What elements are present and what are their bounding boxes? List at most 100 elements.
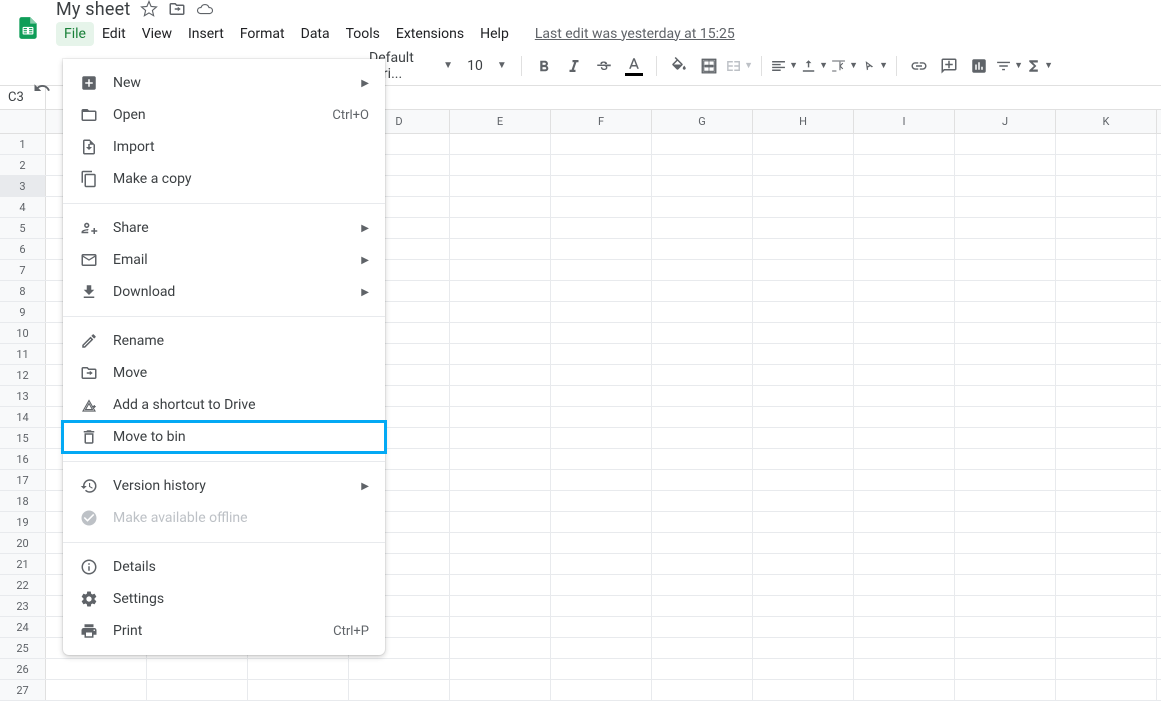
menu-view[interactable]: View: [134, 22, 180, 46]
cell[interactable]: [1056, 407, 1157, 427]
cell[interactable]: [652, 281, 753, 301]
row-header[interactable]: 8: [0, 281, 46, 301]
cell[interactable]: [1056, 197, 1157, 217]
cell[interactable]: [450, 344, 551, 364]
cell[interactable]: [753, 554, 854, 574]
cell[interactable]: [854, 554, 955, 574]
cell[interactable]: [551, 638, 652, 658]
cell[interactable]: [450, 659, 551, 679]
italic-button[interactable]: [560, 52, 588, 80]
cell[interactable]: [652, 386, 753, 406]
cell[interactable]: [652, 302, 753, 322]
menu-move-to-bin[interactable]: Move to bin: [62, 421, 386, 453]
merge-cells-button[interactable]: ▼: [725, 52, 753, 80]
cell[interactable]: [450, 260, 551, 280]
cell[interactable]: [551, 176, 652, 196]
cell[interactable]: [551, 386, 652, 406]
cell[interactable]: [652, 344, 753, 364]
insert-comment-button[interactable]: [935, 52, 963, 80]
menu-open[interactable]: Open Ctrl+O: [63, 99, 385, 131]
menu-download[interactable]: Download ▶: [63, 276, 385, 308]
row-header[interactable]: 19: [0, 512, 46, 532]
cell[interactable]: [854, 638, 955, 658]
cell[interactable]: [955, 596, 1056, 616]
cell[interactable]: [652, 554, 753, 574]
text-rotation-button[interactable]: ▼: [860, 52, 888, 80]
cell[interactable]: [551, 218, 652, 238]
cell[interactable]: [753, 323, 854, 343]
cell[interactable]: [652, 659, 753, 679]
cell[interactable]: [854, 386, 955, 406]
cell[interactable]: [652, 512, 753, 532]
cell[interactable]: [955, 239, 1056, 259]
cell[interactable]: [753, 491, 854, 511]
column-header[interactable]: E: [450, 110, 551, 133]
cell[interactable]: [753, 365, 854, 385]
row-header[interactable]: 25: [0, 638, 46, 658]
cell[interactable]: [753, 449, 854, 469]
cell[interactable]: [753, 470, 854, 490]
cell[interactable]: [854, 239, 955, 259]
cell[interactable]: [955, 659, 1056, 679]
menu-import[interactable]: Import: [63, 131, 385, 163]
cell[interactable]: [1056, 386, 1157, 406]
cell[interactable]: [652, 323, 753, 343]
cell[interactable]: [1056, 365, 1157, 385]
sheets-logo-icon[interactable]: [8, 8, 48, 48]
row-header[interactable]: 9: [0, 302, 46, 322]
cell[interactable]: [955, 260, 1056, 280]
cell[interactable]: [854, 302, 955, 322]
cell[interactable]: [854, 512, 955, 532]
cell[interactable]: [1056, 575, 1157, 595]
cell[interactable]: [248, 659, 349, 679]
cell[interactable]: [551, 155, 652, 175]
cell[interactable]: [46, 659, 147, 679]
cell[interactable]: [1056, 554, 1157, 574]
cell[interactable]: [1056, 155, 1157, 175]
cell[interactable]: [450, 449, 551, 469]
row-header[interactable]: 23: [0, 596, 46, 616]
cell[interactable]: [450, 386, 551, 406]
move-folder-icon[interactable]: [168, 0, 186, 18]
cell[interactable]: [147, 680, 248, 700]
cell[interactable]: [1056, 344, 1157, 364]
row-header[interactable]: 17: [0, 470, 46, 490]
cell[interactable]: [450, 218, 551, 238]
cell[interactable]: [652, 365, 753, 385]
column-header[interactable]: I: [854, 110, 955, 133]
cell[interactable]: [955, 680, 1056, 700]
cell[interactable]: [248, 680, 349, 700]
row-header[interactable]: 27: [0, 680, 46, 700]
cell[interactable]: [753, 260, 854, 280]
text-color-button[interactable]: [620, 52, 648, 80]
cell[interactable]: [955, 344, 1056, 364]
cell[interactable]: [1056, 218, 1157, 238]
cell[interactable]: [955, 386, 1056, 406]
cell[interactable]: [551, 533, 652, 553]
functions-button[interactable]: ▼: [1025, 52, 1053, 80]
cell[interactable]: [854, 323, 955, 343]
menu-extensions[interactable]: Extensions: [388, 22, 472, 46]
cell[interactable]: [450, 239, 551, 259]
row-header[interactable]: 2: [0, 155, 46, 175]
cell[interactable]: [551, 554, 652, 574]
cell[interactable]: [1056, 533, 1157, 553]
cell[interactable]: [551, 323, 652, 343]
menu-data[interactable]: Data: [293, 22, 338, 46]
cell[interactable]: [349, 659, 450, 679]
cell[interactable]: [652, 197, 753, 217]
cell[interactable]: [854, 491, 955, 511]
row-header[interactable]: 3: [0, 176, 46, 196]
cell[interactable]: [955, 449, 1056, 469]
cell[interactable]: [450, 176, 551, 196]
cell[interactable]: [1056, 449, 1157, 469]
cell[interactable]: [652, 491, 753, 511]
cell[interactable]: [955, 323, 1056, 343]
cell[interactable]: [450, 512, 551, 532]
cell[interactable]: [1056, 491, 1157, 511]
cell[interactable]: [955, 617, 1056, 637]
cell[interactable]: [1056, 134, 1157, 154]
cell[interactable]: [450, 491, 551, 511]
column-header[interactable]: F: [551, 110, 652, 133]
cell[interactable]: [753, 386, 854, 406]
